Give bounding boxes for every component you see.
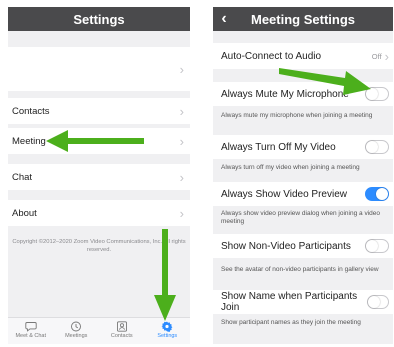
toggle-turn-off-video[interactable] [365,140,389,154]
settings-item-contacts[interactable]: Contacts › [8,98,190,124]
chevron-right-icon: › [384,48,389,64]
settings-item-about-label: About [12,207,37,219]
meeting-settings-title: Meeting Settings [250,11,355,27]
chat-bubble-icon [25,322,37,332]
setting-label-non-video-participants: Show Non-Video Participants [221,240,351,252]
annotation-arrow-down [154,229,176,321]
clock-icon [71,321,82,332]
setting-label-turn-off-video: Always Turn Off My Video [221,141,336,153]
profile-row[interactable]: › [8,47,190,91]
tab-meetings[interactable]: Meetings [56,318,96,339]
chevron-right-icon: › [179,103,184,119]
tab-meetings-label: Meetings [65,333,88,339]
tab-settings-label: Settings [157,333,178,339]
auto-connect-audio-value: Off [371,51,382,61]
toggle-show-video-preview[interactable] [365,187,389,201]
tab-settings[interactable]: Settings [147,318,187,339]
toggle-show-name-on-join[interactable] [366,295,389,309]
settings-item-about[interactable]: About › [8,200,190,226]
auto-connect-audio-label: Auto-Connect to Audio [221,50,322,62]
setting-desc-mute-microphone: Always mute my microphone when joining a… [221,112,373,119]
tab-contacts[interactable]: Contacts [102,318,142,339]
toggle-non-video-participants[interactable] [365,239,389,253]
settings-item-contacts-label: Contacts [12,105,50,117]
chevron-left-icon: ‹ [221,10,227,27]
tab-meet-chat-label: Meet & Chat [15,333,47,339]
chevron-right-icon: › [179,169,184,185]
tab-contacts-label: Contacts [110,333,133,339]
settings-title: Settings [73,11,125,27]
setting-desc-non-video-participants: See the avatar of non-video participants… [221,266,379,273]
chevron-right-icon: › [179,61,184,77]
meeting-settings-header: ‹ Meeting Settings [213,7,393,31]
setting-desc-turn-off-video: Always turn off my video when joining a … [221,164,360,171]
meeting-settings-screen: ‹ Meeting Settings Auto-Connect to Audio… [213,7,393,344]
setting-label-show-name-on-join: Show Name when Participants Join [221,291,358,313]
settings-screen: Settings › Contacts › Meeting › Chat › A… [8,7,190,344]
settings-item-chat-label: Chat [12,171,33,183]
bottom-tab-bar: Meet & Chat Meetings Contacts Settings [8,317,190,344]
setting-label-show-video-preview: Always Show Video Preview [221,188,347,200]
settings-item-meeting-label: Meeting [12,135,46,147]
contacts-icon [116,321,127,332]
setting-row-show-video-preview: Always Show Video Preview [213,182,393,206]
chevron-right-icon: › [179,133,184,149]
setting-desc-show-video-preview: Always show video preview dialog when jo… [221,210,380,225]
setting-row-non-video-participants: Show Non-Video Participants [213,234,393,258]
setting-desc-show-name-on-join: Show participant names as they join the … [221,319,361,326]
chevron-right-icon: › [179,205,184,221]
annotation-arrow-left [46,130,144,152]
back-button[interactable]: ‹ [213,7,235,31]
settings-header: Settings [8,7,190,31]
setting-row-show-name-on-join: Show Name when Participants Join [213,290,393,314]
settings-item-chat[interactable]: Chat › [8,164,190,190]
gear-icon [161,321,173,332]
tab-meet-chat[interactable]: Meet & Chat [11,318,51,339]
setting-row-turn-off-video: Always Turn Off My Video [213,135,393,159]
annotation-arrow-right [279,68,371,95]
